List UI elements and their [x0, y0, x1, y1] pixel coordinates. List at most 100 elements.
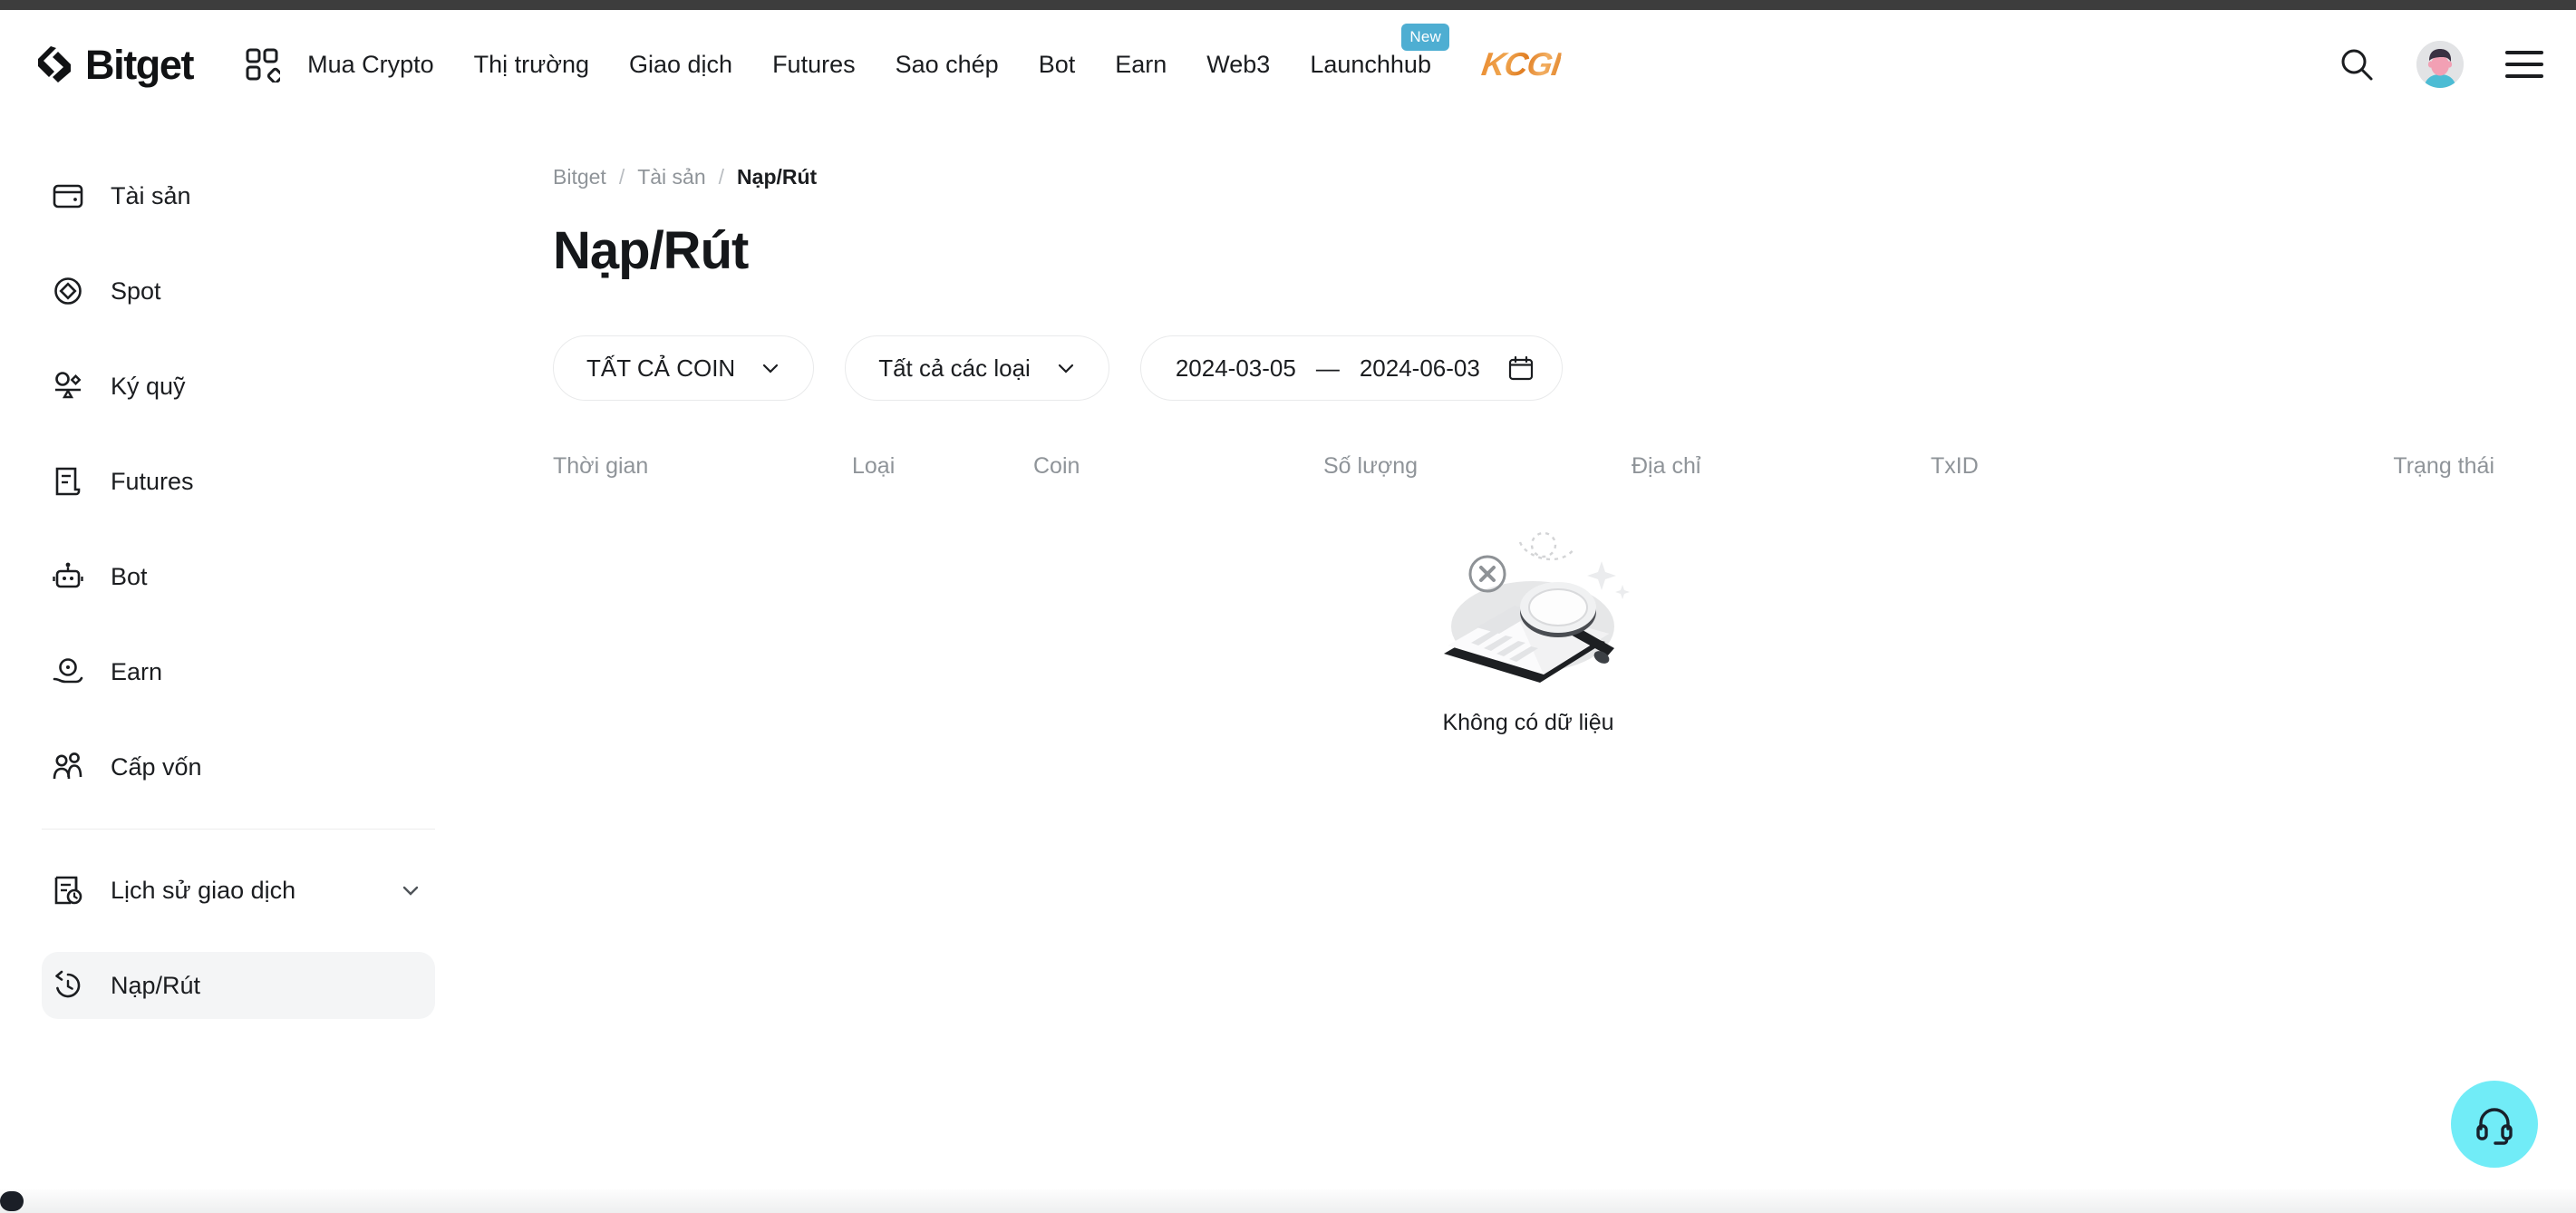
sidebar-item-earn[interactable]: Earn: [42, 638, 435, 705]
history-document-icon: [54, 876, 82, 905]
nav-label: Web3: [1206, 50, 1271, 78]
nav-label: Mua Crypto: [307, 50, 434, 78]
nav-item-web3[interactable]: Web3: [1186, 51, 1290, 79]
margin-scale-icon: [55, 372, 82, 399]
breadcrumb-separator: /: [718, 165, 725, 189]
breadcrumb-item-bitget[interactable]: Bitget: [553, 165, 606, 189]
column-header-coin: Coin: [1033, 453, 1080, 479]
type-filter-value: Tất cả các loại: [878, 354, 1031, 382]
bitget-logo-text: Bitget: [85, 41, 194, 88]
sidebar-item-label: Futures: [111, 467, 194, 495]
nav-label: Sao chép: [895, 50, 999, 78]
empty-state: Không có dữ liệu: [480, 518, 2576, 736]
robot-icon: [53, 562, 83, 588]
sidebar-item-label: Cấp vốn: [111, 752, 202, 781]
hamburger-line: [2505, 74, 2543, 78]
filter-bar: TẤT CẢ COIN Tất cả các loại 2024-03-05 —…: [553, 335, 2576, 401]
table-header-row: Thời gian Loại Coin Số lượng Địa chỉ TxI…: [480, 453, 2576, 480]
nav-label: Thị trường: [473, 50, 589, 78]
apps-grid-icon[interactable]: [244, 46, 281, 82]
coin-filter-select[interactable]: TẤT CẢ COIN: [553, 335, 815, 401]
date-range-picker[interactable]: 2024-03-05 — 2024-06-03: [1139, 335, 1563, 401]
type-filter-select[interactable]: Tất cả các loại: [845, 335, 1109, 401]
nav-item-mua-crypto[interactable]: Mua Crypto: [287, 51, 454, 79]
sidebar-item-cap-von[interactable]: Cấp vốn: [42, 733, 435, 801]
nav-item-thi-truong[interactable]: Thị trường: [454, 51, 609, 79]
sidebar-item-label: Bot: [111, 562, 148, 590]
browser-chrome-edge: [0, 0, 2576, 10]
headset-support-icon: [2476, 1108, 2513, 1145]
nav-item-futures[interactable]: Futures: [752, 51, 876, 79]
calendar-icon: [1508, 355, 1533, 381]
column-header-loai: Loại: [852, 453, 896, 479]
column-header-dia-chi: Địa chỉ: [1632, 453, 1701, 479]
sidebar-item-spot[interactable]: Spot: [42, 257, 435, 325]
earn-hand-coin-icon: [53, 658, 83, 684]
wallet-icon: [53, 184, 83, 209]
date-range-start: 2024-03-05: [1175, 354, 1296, 382]
main-navigation: Mua Crypto Thị trường Giao dịch Futures …: [287, 23, 1451, 79]
support-chat-button[interactable]: [2451, 1081, 2538, 1168]
coin-filter-value: TẤT CẢ COIN: [586, 354, 736, 382]
search-icon[interactable]: [2339, 46, 2375, 82]
chevron-down-icon: [763, 364, 779, 374]
sidebar-item-label: Tài sản: [111, 181, 191, 209]
chevron-down-icon[interactable]: [399, 878, 422, 902]
horizontal-scrollbar-track[interactable]: [0, 1189, 2576, 1213]
sidebar-item-label: Nạp/Rút: [111, 971, 201, 999]
nav-item-bot[interactable]: Bot: [1019, 51, 1096, 79]
sidebar-item-label: Lịch sử giao dịch: [111, 876, 296, 904]
breadcrumb-item-current: Nạp/Rút: [737, 165, 818, 189]
sidebar-item-lich-su-giao-dich[interactable]: Lịch sử giao dịch: [42, 857, 435, 924]
hamburger-line: [2505, 63, 2543, 66]
sidebar-item-bot[interactable]: Bot: [42, 543, 435, 610]
breadcrumb: Bitget / Tài sản / Nạp/Rút: [553, 165, 2576, 189]
sidebar-divider: [42, 829, 435, 830]
spot-coin-icon: [54, 277, 82, 305]
column-header-so-luong: Số lượng: [1323, 453, 1419, 479]
date-range-end: 2024-06-03: [1359, 354, 1480, 382]
sidebar: Tài sản Spot Ký quỹ Futures Bot Earn Cấp…: [0, 119, 480, 1047]
sidebar-item-label: Earn: [111, 657, 163, 685]
avatar[interactable]: [2416, 41, 2464, 88]
deposit-withdraw-history-icon: [55, 970, 81, 998]
sidebar-item-ky-quy[interactable]: Ký quỹ: [42, 353, 435, 420]
futures-document-icon: [55, 467, 81, 496]
horizontal-scrollbar-thumb[interactable]: [0, 1191, 24, 1211]
users-funding-icon: [53, 752, 82, 780]
sidebar-item-label: Spot: [111, 277, 161, 305]
nav-item-earn[interactable]: Earn: [1095, 51, 1186, 79]
nav-label: Futures: [772, 50, 856, 78]
column-header-trang-thai: Trạng thái: [2393, 453, 2494, 479]
bitget-logo[interactable]: Bitget: [36, 41, 194, 88]
sidebar-item-futures[interactable]: Futures: [42, 448, 435, 515]
nav-label: Earn: [1115, 50, 1167, 78]
kcgi-promo-logo[interactable]: KCGI: [1479, 45, 1563, 83]
header-actions: [2339, 41, 2543, 88]
chevron-down-icon: [1058, 364, 1073, 374]
nav-label: Launchhub: [1310, 50, 1431, 78]
new-badge: New: [1401, 23, 1449, 51]
nav-label: Bot: [1038, 50, 1076, 78]
empty-state-text: Không có dữ liệu: [1442, 710, 1614, 735]
nav-item-sao-chep[interactable]: Sao chép: [876, 51, 1019, 79]
breadcrumb-item-tai-san[interactable]: Tài sản: [637, 165, 705, 189]
page-root: Bitget Mua Crypto Thị trường Giao dịch F…: [0, 0, 2576, 1213]
main-content: Bitget / Tài sản / Nạp/Rút Nạp/Rút TẤT C…: [480, 119, 2576, 736]
sidebar-item-nap-rut[interactable]: Nạp/Rút: [42, 952, 435, 1019]
date-range-separator: —: [1315, 354, 1340, 382]
no-data-document-magnifier-illustration: [1444, 531, 1630, 683]
sidebar-item-label: Ký quỹ: [111, 372, 186, 400]
column-header-thoi-gian: Thời gian: [553, 453, 649, 479]
user-avatar-icon: [2416, 41, 2464, 88]
bitget-chevron-logo-icon: [38, 46, 71, 82]
nav-label: Giao dịch: [628, 50, 733, 78]
sidebar-item-tai-san[interactable]: Tài sản: [42, 162, 435, 229]
site-header: Bitget Mua Crypto Thị trường Giao dịch F…: [0, 10, 2576, 119]
nav-item-launchhub[interactable]: Launchhub New: [1290, 23, 1451, 79]
breadcrumb-separator: /: [618, 165, 625, 189]
nav-item-giao-dich[interactable]: Giao dịch: [609, 51, 752, 79]
column-header-txid: TxID: [1931, 453, 1979, 479]
hamburger-line: [2505, 51, 2543, 54]
hamburger-menu-icon[interactable]: [2505, 51, 2543, 78]
